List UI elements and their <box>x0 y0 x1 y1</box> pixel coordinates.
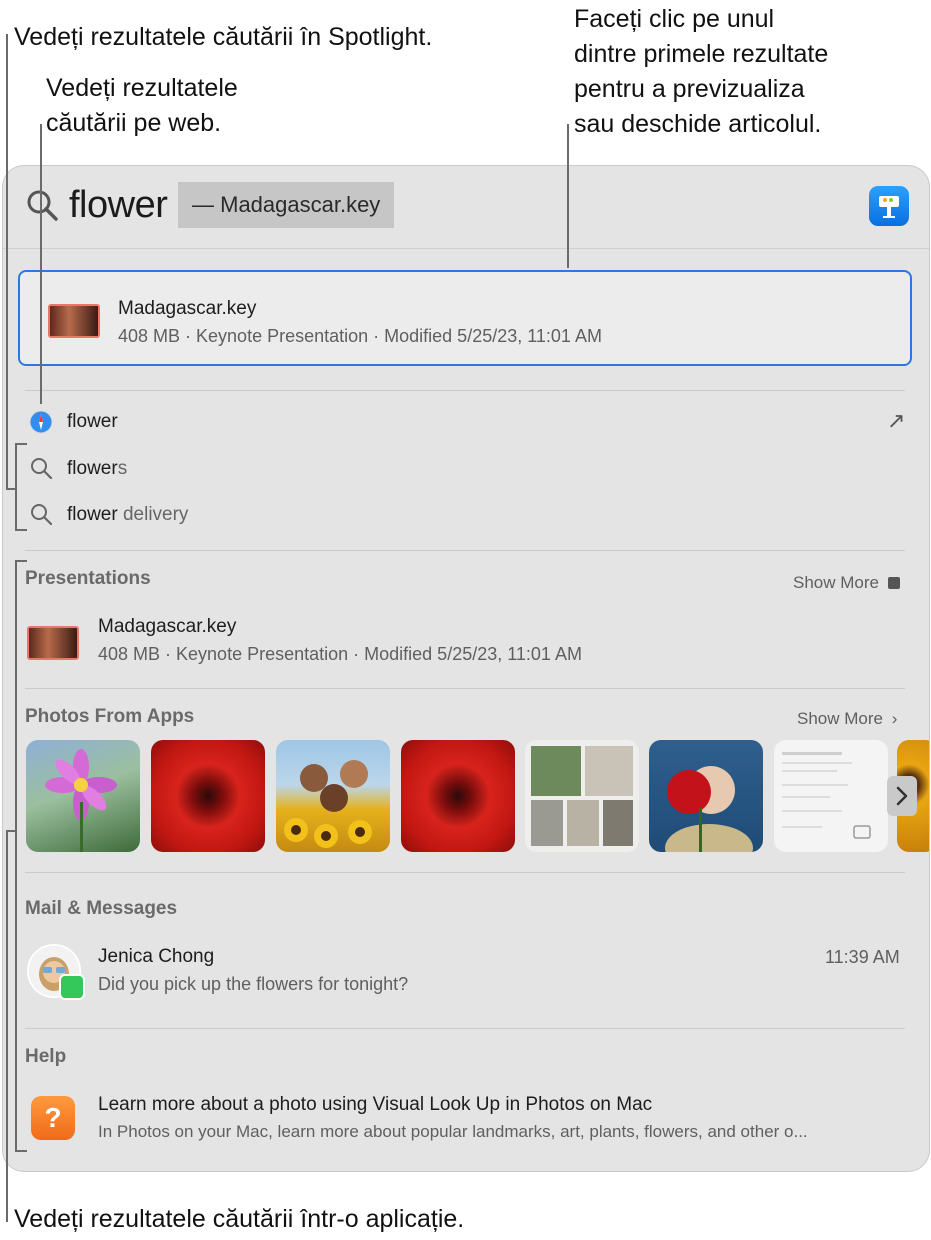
search-suggestion-row[interactable]: flower delivery <box>3 496 929 538</box>
top-hit-result[interactable]: Madagascar.key 408 MB · Keynote Presenta… <box>18 270 912 366</box>
callout-bracket-app-vertical <box>15 560 17 1152</box>
message-preview: Did you pick up the flowers for tonight? <box>98 974 409 994</box>
keynote-app-icon[interactable] <box>869 186 909 226</box>
section-header-photos: Photos From Apps <box>25 706 195 727</box>
help-icon: ? <box>31 1096 75 1140</box>
suggestion-match: flower <box>67 504 118 525</box>
chevron-right-icon: › <box>891 709 898 728</box>
top-hit-title: Madagascar.key <box>118 298 257 319</box>
callout-top-hit-line4: sau deschide articolul. <box>574 110 822 138</box>
photo-thumbnail-interior[interactable] <box>525 740 639 852</box>
presentation-details: 408 MB · Keynote Presentation · Modified… <box>98 644 582 664</box>
suggestion-text: flower <box>67 411 118 432</box>
message-sender: Jenica Chong <box>98 946 215 967</box>
photo-thumbnail-friends-sunflowers[interactable] <box>276 740 390 852</box>
separator <box>25 1028 905 1029</box>
callout-app-results: Vedeți rezultatele căutării într-o aplic… <box>14 1205 465 1233</box>
search-icon <box>25 188 61 224</box>
callout-top-hit-line1: Faceți clic pe unul <box>574 5 775 33</box>
callout-web-results-line1: Vedeți rezultatele <box>46 74 238 102</box>
photo-thumbnail-red-gerbera[interactable] <box>151 740 265 852</box>
message-result[interactable]: Jenica Chong 11:39 AM Did you pick up th… <box>3 936 929 1016</box>
show-more-presentations-button[interactable]: Show More <box>793 573 900 593</box>
search-query[interactable]: flower <box>69 184 168 227</box>
scroll-right-button[interactable] <box>887 776 917 816</box>
open-in-browser-icon[interactable]: ↗ <box>887 408 905 434</box>
callout-leader-top-hit <box>567 124 569 268</box>
callout-leader-web <box>40 124 42 404</box>
section-header-help: Help <box>25 1046 67 1067</box>
show-more-photos-button[interactable]: Show More › <box>797 709 897 729</box>
help-details: In Photos on your Mac, learn more about … <box>98 1122 808 1141</box>
show-more-label: Show More <box>793 573 879 592</box>
suggestion-match: flower <box>67 458 118 479</box>
suggestion-text: flower delivery <box>67 504 188 526</box>
callout-spotlight-results: Vedeți rezultatele căutării în Spotlight… <box>14 23 433 51</box>
callout-bracket-tick <box>15 560 27 562</box>
show-more-label: Show More <box>797 709 883 728</box>
callout-bracket-tick <box>15 529 27 531</box>
suggestion-text: flowers <box>67 458 127 480</box>
search-completion[interactable]: — Madagascar.key <box>178 182 395 228</box>
messages-icon <box>59 974 85 1000</box>
callout-leader-spotlight <box>6 34 8 490</box>
photo-thumbnail-person-flower[interactable] <box>649 740 763 852</box>
separator <box>25 390 905 391</box>
photo-thumbnail-red-gerbera-2[interactable] <box>401 740 515 852</box>
separator <box>25 872 905 873</box>
callout-top-hit-line3: pentru a previzualiza <box>574 75 805 103</box>
help-result[interactable]: ? Learn more about a photo using Visual … <box>3 1084 929 1156</box>
callout-web-results-line2: căutării pe web. <box>46 109 222 137</box>
search-suggestion-row[interactable]: flowers <box>3 450 929 492</box>
photo-thumbnail-pink-flower[interactable] <box>26 740 140 852</box>
search-icon <box>29 456 53 480</box>
search-bar[interactable]: flower — Madagascar.key <box>3 166 929 249</box>
search-icon <box>29 502 53 526</box>
callout-bracket-web-vertical <box>15 443 17 531</box>
web-suggestion-row[interactable]: flower ↗ <box>3 402 929 444</box>
section-header-mail: Mail & Messages <box>25 898 178 919</box>
spotlight-panel: flower — Madagascar.key Madagascar.key 4… <box>2 165 930 1172</box>
top-hit-details: 408 MB · Keynote Presentation · Modified… <box>118 326 602 346</box>
suggestion-rest: delivery <box>117 504 189 525</box>
callout-bracket-tick <box>15 1150 27 1152</box>
callout-bracket-tick <box>6 830 16 832</box>
help-title: Learn more about a photo using Visual Lo… <box>98 1094 653 1115</box>
keynote-thumbnail <box>48 304 100 338</box>
presentation-result[interactable]: Madagascar.key 408 MB · Keynote Presenta… <box>3 606 929 672</box>
keynote-thumbnail <box>27 626 79 660</box>
callout-leader-app <box>6 830 8 1222</box>
message-time: 11:39 AM <box>825 947 900 967</box>
open-in-app-icon <box>887 577 900 589</box>
callout-bracket-tick <box>15 443 27 445</box>
presentation-title: Madagascar.key <box>98 616 237 637</box>
separator <box>25 550 905 551</box>
separator <box>25 688 905 689</box>
callout-top-hit-line2: dintre primele rezultate <box>574 40 829 68</box>
section-header-presentations: Presentations <box>25 568 151 589</box>
safari-icon <box>29 410 53 434</box>
photo-thumbnail-screenshot[interactable] <box>774 740 888 852</box>
suggestion-rest: s <box>117 458 128 479</box>
